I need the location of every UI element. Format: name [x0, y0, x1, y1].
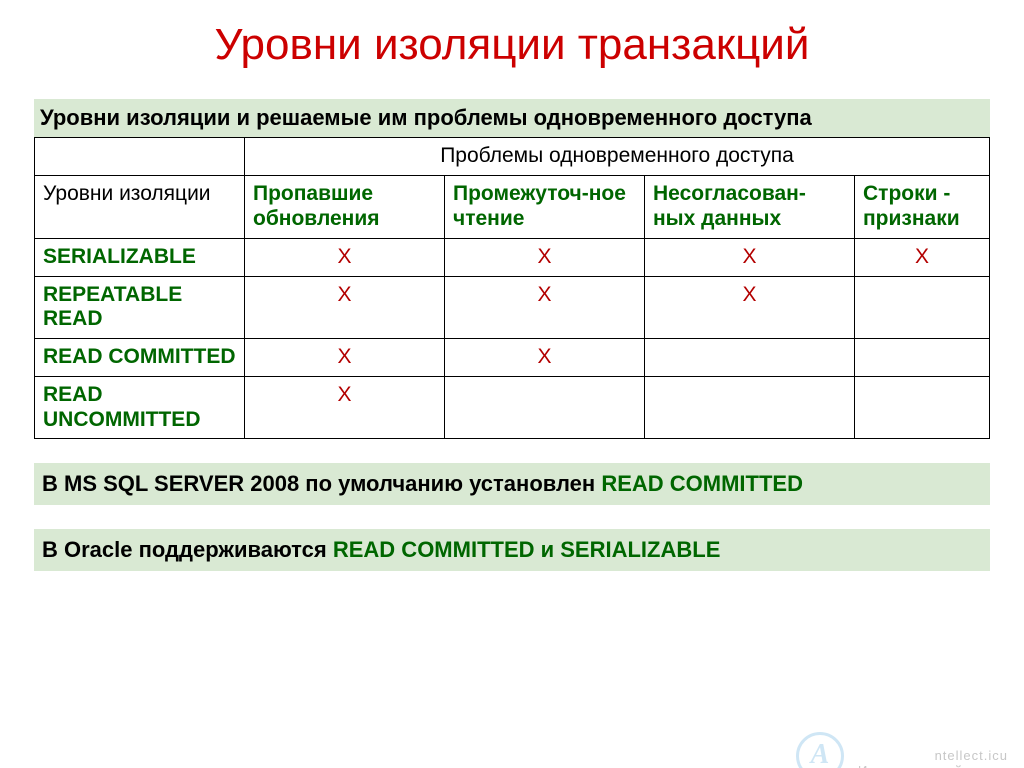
note-mssql: В MS SQL SERVER 2008 по умолчанию устано… [34, 463, 990, 505]
table-row: SERIALIZABLE X X X X [35, 238, 990, 276]
mark-cell: X [445, 339, 645, 377]
mark-cell: X [245, 376, 445, 439]
column-header: Несогласован-ных данных [645, 176, 855, 239]
table-row: REPEATABLE READ X X X [35, 276, 990, 339]
note-highlight: READ COMMITTED и SERIALIZABLE [333, 537, 721, 562]
watermark-line2: Искусственный разум [858, 763, 1008, 768]
note-oracle: В Oracle поддерживаются READ COMMITTED и… [34, 529, 990, 571]
mark-cell: X [245, 339, 445, 377]
mark-cell [855, 376, 990, 439]
mark-cell [855, 276, 990, 339]
isolation-level-label: SERIALIZABLE [35, 238, 245, 276]
table-spanner: Проблемы одновременного доступа [245, 138, 990, 176]
note-text: В Oracle поддерживаются [42, 537, 333, 562]
mark-cell: X [645, 276, 855, 339]
watermark-icon: A [796, 732, 844, 768]
column-header: Пропавшие обновления [245, 176, 445, 239]
row-header-label: Уровни изоляции [35, 176, 245, 239]
note-highlight: READ COMMITTED [601, 471, 803, 496]
column-header: Строки - признаки [855, 176, 990, 239]
mark-cell: X [445, 276, 645, 339]
note-text: В MS SQL SERVER 2008 по умолчанию устано… [42, 471, 601, 496]
isolation-level-label: REPEATABLE READ [35, 276, 245, 339]
watermark-text: ntellect.icu Искусственный разум [858, 748, 1008, 768]
mark-cell: X [645, 238, 855, 276]
slide-title: Уровни изоляции транзакций [0, 20, 1024, 70]
mark-cell: X [245, 238, 445, 276]
mark-cell: X [445, 238, 645, 276]
mark-cell [445, 376, 645, 439]
table-row: READ COMMITTED X X [35, 339, 990, 377]
table-row: READ UNCOMMITTED X [35, 376, 990, 439]
watermark-line1: ntellect.icu [935, 748, 1008, 763]
isolation-levels-table: Проблемы одновременного доступа Уровни и… [34, 137, 990, 439]
isolation-level-label: READ COMMITTED [35, 339, 245, 377]
subtitle-banner: Уровни изоляции и решаемые им проблемы о… [34, 99, 990, 137]
mark-cell: X [855, 238, 990, 276]
table-row: Проблемы одновременного доступа [35, 138, 990, 176]
table-row: Уровни изоляции Пропавшие обновления Про… [35, 176, 990, 239]
table-cell-empty [35, 138, 245, 176]
mark-cell: X [245, 276, 445, 339]
isolation-level-label: READ UNCOMMITTED [35, 376, 245, 439]
mark-cell [645, 339, 855, 377]
mark-cell [645, 376, 855, 439]
column-header: Промежуточ-ное чтение [445, 176, 645, 239]
mark-cell [855, 339, 990, 377]
